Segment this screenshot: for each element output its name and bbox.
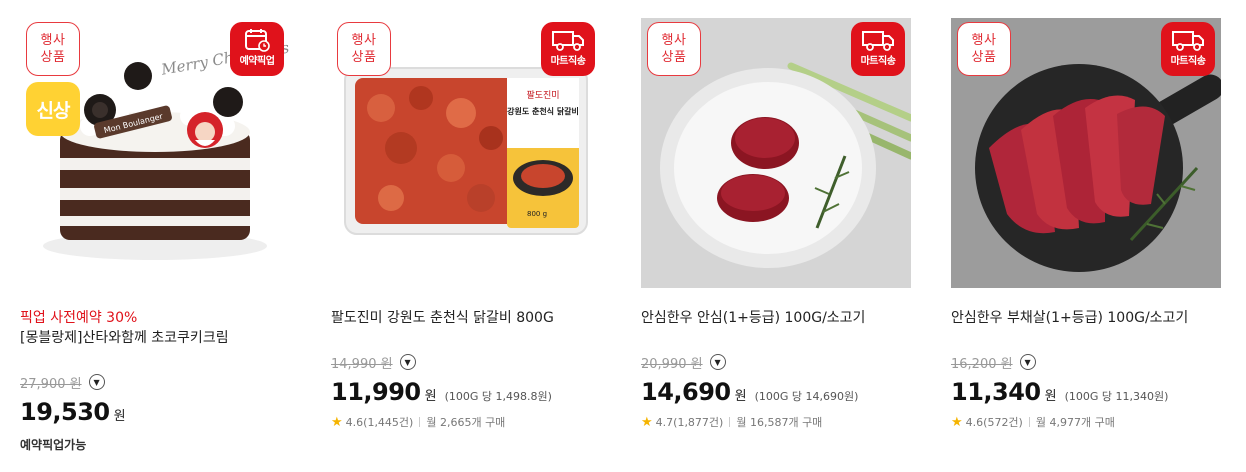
- mart-delivery-badge: 마트직송: [1161, 22, 1215, 76]
- package-title: 강원도 춘천식 닭갈비: [507, 106, 579, 116]
- mart-delivery-badge: 마트직송: [541, 22, 595, 76]
- new-product-badge: 신상: [26, 82, 80, 136]
- service-badge-label: 마트직송: [1170, 56, 1206, 67]
- sale-price: 19,530: [20, 398, 110, 426]
- event-badge: 행사 상품: [26, 22, 80, 76]
- unit-price: (100G 당 1,498.8원): [444, 390, 552, 403]
- rating-text: 4.7(1,877건): [655, 416, 724, 429]
- event-badge-line2: 상품: [40, 50, 66, 65]
- price-currency: 원: [113, 409, 126, 424]
- product-card[interactable]: 행사 상품 마트직송 안심한우 안심(1+등급) 100G/소고기 20,990…: [641, 18, 911, 468]
- product-name[interactable]: 안심한우 안심(1+등급) 100G/소고기: [641, 308, 911, 328]
- event-badge-line2: 상품: [351, 50, 377, 65]
- original-price: 27,900 원: [20, 376, 82, 392]
- event-badge-line1: 행사: [351, 33, 377, 48]
- event-badge: 행사 상품: [957, 22, 1011, 76]
- service-badge-label: 예약픽업: [239, 56, 275, 67]
- mart-delivery-badge: 마트직송: [851, 22, 905, 76]
- price-info-toggle[interactable]: ▼: [1019, 354, 1036, 370]
- star-icon: ★: [331, 414, 343, 430]
- event-badge-line2: 상품: [661, 50, 687, 65]
- event-badge: 행사 상품: [337, 22, 391, 76]
- rating-text: 4.6(572건): [965, 416, 1023, 429]
- product-card[interactable]: 팔도진미 강원도 춘천식 닭갈비 800 g 행사 상품 마트직송 팔도진미 강…: [331, 18, 601, 468]
- monthly-purchase-count: 월 2,665개 구매: [426, 416, 506, 429]
- price-currency: 원: [734, 389, 747, 404]
- product-name[interactable]: 안심한우 부채살(1+등급) 100G/소고기: [951, 308, 1221, 328]
- product-card[interactable]: 행사 상품 마트직송 안심한우 부채살(1+등급) 100G/소고기 16,20…: [951, 18, 1221, 468]
- service-badge-label: 마트직송: [550, 56, 586, 67]
- calendar-icon: [245, 29, 270, 52]
- chevron-down-icon: ▼: [404, 358, 411, 367]
- product-image[interactable]: Mon Boulanger Merry Christmas 행사 상품 예약픽업: [20, 18, 290, 288]
- star-icon: ★: [641, 414, 653, 430]
- original-price: 20,990 원: [641, 356, 703, 372]
- product-image[interactable]: 팔도진미 강원도 춘천식 닭갈비 800 g 행사 상품 마트직송: [331, 18, 601, 288]
- price-currency: 원: [1044, 389, 1057, 404]
- package-weight: 800 g: [527, 210, 547, 218]
- product-image[interactable]: 행사 상품 마트직송: [641, 18, 911, 288]
- product-name[interactable]: [몽블랑제]산타와함께 초코쿠키크림: [20, 328, 290, 348]
- event-badge-line1: 행사: [661, 33, 687, 48]
- truck-icon: [1172, 31, 1204, 51]
- sale-price: 11,990: [331, 378, 421, 406]
- star-icon: ★: [951, 414, 963, 430]
- original-price: 14,990 원: [331, 356, 393, 372]
- chevron-down-icon: ▼: [714, 358, 721, 367]
- sale-price: 14,690: [641, 378, 731, 406]
- sale-price: 11,340: [951, 378, 1041, 406]
- original-price: 16,200 원: [951, 356, 1013, 372]
- service-badge-label: 마트직송: [860, 56, 896, 67]
- unit-price: (100G 당 14,690원): [754, 390, 859, 403]
- unit-price: (100G 당 11,340원): [1064, 390, 1169, 403]
- event-badge-line1: 행사: [971, 33, 997, 48]
- product-grid: Mon Boulanger Merry Christmas 행사 상품 예약픽업: [0, 0, 1246, 472]
- truck-icon: [552, 31, 584, 51]
- pickup-available-label: 예약픽업가능: [20, 438, 87, 452]
- reservation-pickup-badge: 예약픽업: [230, 22, 284, 76]
- monthly-purchase-count: 월 16,587개 구매: [736, 416, 823, 429]
- monthly-purchase-count: 월 4,977개 구매: [1035, 416, 1115, 429]
- divider: [419, 417, 421, 427]
- product-name[interactable]: 팔도진미 강원도 춘천식 닭갈비 800G: [331, 308, 601, 328]
- divider: [729, 417, 731, 427]
- price-currency: 원: [424, 389, 437, 404]
- event-badge-line1: 행사: [40, 33, 66, 48]
- truck-icon: [862, 31, 894, 51]
- event-badge: 행사 상품: [647, 22, 701, 76]
- price-info-toggle[interactable]: ▼: [709, 354, 726, 370]
- promo-text: 픽업 사전예약 30%: [20, 310, 138, 326]
- product-image[interactable]: 행사 상품 마트직송: [951, 18, 1221, 288]
- product-card[interactable]: Mon Boulanger Merry Christmas 행사 상품 예약픽업: [20, 18, 290, 468]
- price-info-toggle[interactable]: ▼: [88, 374, 105, 390]
- chevron-down-icon: ▼: [1024, 358, 1031, 367]
- price-info-toggle[interactable]: ▼: [399, 354, 416, 370]
- package-brand: 팔도진미: [526, 89, 559, 101]
- chevron-down-icon: ▼: [93, 378, 100, 387]
- divider: [1028, 417, 1030, 427]
- event-badge-line2: 상품: [971, 50, 997, 65]
- rating-text: 4.6(1,445건): [345, 416, 414, 429]
